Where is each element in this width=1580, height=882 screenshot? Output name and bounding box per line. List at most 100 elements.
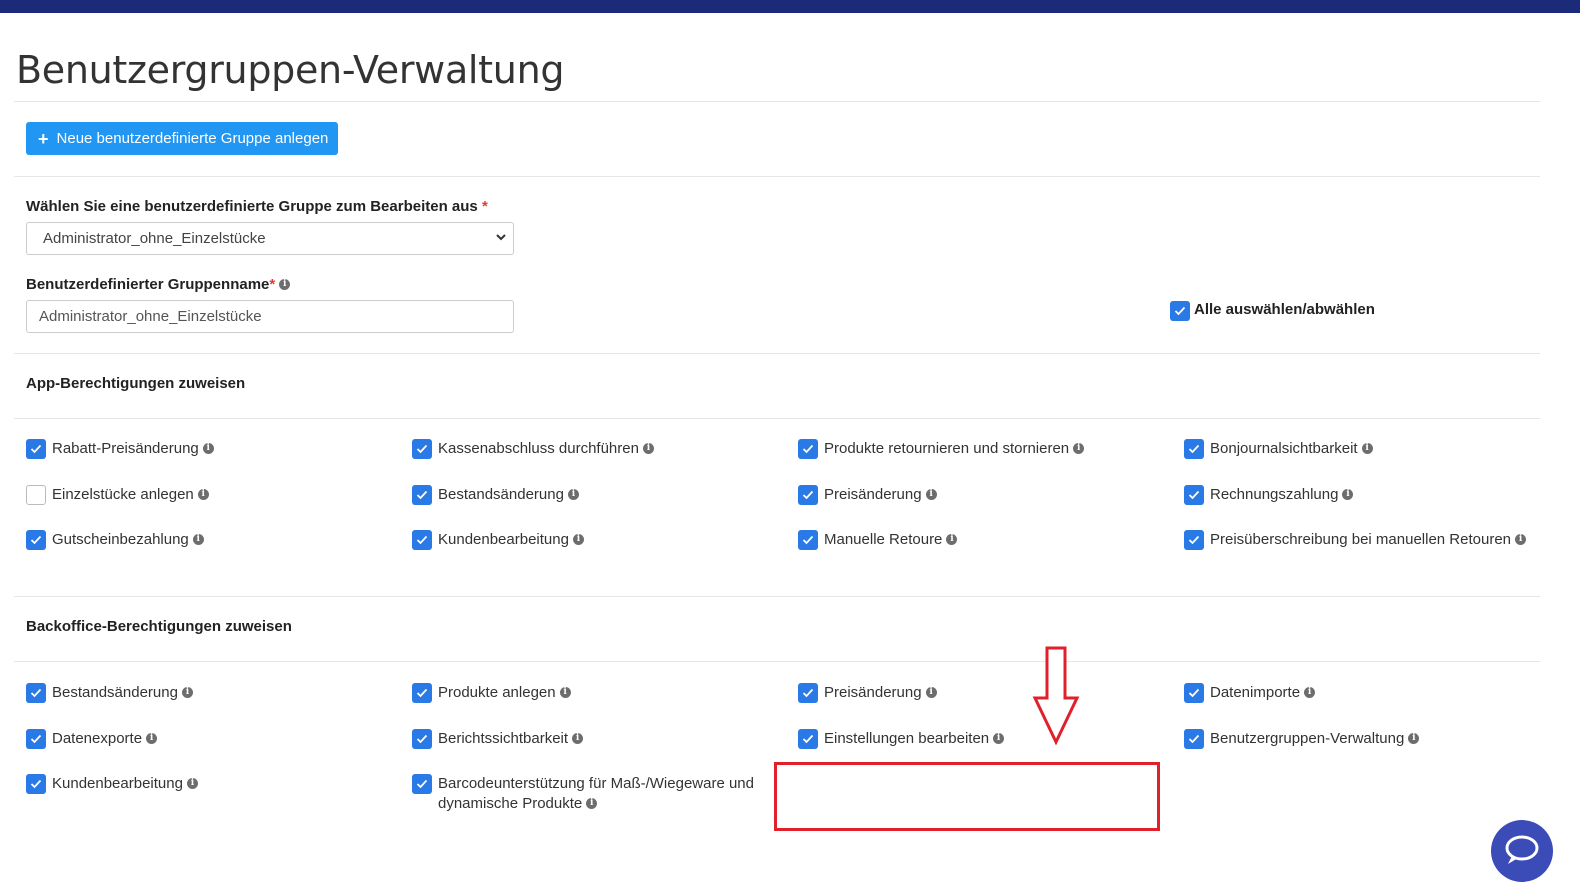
backoffice-permission-checkbox[interactable] [26,774,46,794]
app-permission-label: Rechnungszahlung i [1210,485,1354,505]
page-title: Benutzergruppen-Verwaltung [16,48,565,92]
app-permission-label: Gutscheinbezahlung i [52,530,204,550]
check-icon [416,444,428,454]
check-icon [416,688,428,698]
app-permission-checkbox[interactable] [412,439,432,459]
info-icon[interactable]: i [1361,442,1373,454]
check-icon [1188,444,1200,454]
backoffice-permission-label: Benutzergruppen-Verwaltung i [1210,729,1420,749]
app-permission-checkbox[interactable] [26,439,46,459]
backoffice-permission-label: Kundenbearbeitung i [52,774,198,794]
top-navigation-bar [0,0,1580,13]
backoffice-permission-checkbox[interactable] [26,729,46,749]
info-icon[interactable]: i [146,732,158,744]
app-permission-label: Kassenabschluss durchführen i [438,439,654,459]
divider [14,418,1540,419]
group-name-label: Benutzerdefinierter Gruppenname* i [26,276,291,293]
group-select[interactable]: Administrator_ohne_Einzelstücke [26,222,514,255]
app-permission-checkbox[interactable] [26,530,46,550]
backoffice-permission-checkbox[interactable] [798,729,818,749]
group-name-value: Administrator_ohne_Einzelstücke [39,308,262,325]
app-permission-label: Produkte retournieren und stornieren i [824,439,1085,459]
check-icon [416,490,428,500]
backoffice-permission-checkbox[interactable] [1184,729,1204,749]
app-permissions-title: App-Berechtigungen zuweisen [26,375,246,392]
check-icon [30,779,42,789]
app-permission-checkbox[interactable] [412,530,432,550]
info-icon[interactable]: i [586,797,598,809]
backoffice-permission-label: Datenimporte i [1210,683,1316,703]
info-icon[interactable]: i [925,686,937,698]
info-icon[interactable]: i [993,732,1005,744]
backoffice-permission-checkbox[interactable] [1184,683,1204,703]
app-permission-checkbox[interactable] [798,530,818,550]
info-icon[interactable]: i [1073,442,1085,454]
highlight-annotation-box [774,762,1160,831]
backoffice-permission-label: Barcodeunterstützung für Maß-/Wiegeware … [438,775,754,812]
app-permission-label: Bestandsänderung i [438,485,579,505]
app-permission-checkbox[interactable] [26,485,46,505]
info-icon[interactable]: i [202,442,214,454]
backoffice-permission-label: Preisänderung i [824,683,937,703]
info-icon[interactable]: i [946,533,958,545]
group-select-label: Wählen Sie eine benutzerdefinierte Grupp… [26,198,488,215]
info-icon[interactable]: i [1408,732,1420,744]
backoffice-permissions-title: Backoffice-Berechtigungen zuweisen [26,618,292,635]
chevron-down-icon [496,234,506,241]
backoffice-permission-label: Berichtssichtbarkeit i [438,729,584,749]
info-icon[interactable]: i [279,278,291,290]
info-icon[interactable]: i [642,442,654,454]
info-icon[interactable]: i [197,488,209,500]
divider [14,353,1540,354]
info-icon[interactable]: i [925,488,937,500]
backoffice-permission-label: Datenexporte i [52,729,158,749]
app-permission-checkbox[interactable] [1184,485,1204,505]
check-icon [416,779,428,789]
info-icon[interactable]: i [192,533,204,545]
app-permission-checkbox[interactable] [1184,439,1204,459]
backoffice-permission-checkbox[interactable] [412,729,432,749]
info-icon[interactable]: i [1515,533,1527,545]
info-icon[interactable]: i [572,533,584,545]
app-permission-label: Manuelle Retoure i [824,530,958,550]
check-icon [802,688,814,698]
backoffice-permission-checkbox[interactable] [412,774,432,794]
divider [14,101,1540,102]
chat-icon [1505,835,1539,864]
check-icon [1188,490,1200,500]
info-icon[interactable]: i [186,777,198,789]
app-permission-label: Preisüberschreibung bei manuellen Retour… [1210,530,1527,550]
app-permission-checkbox[interactable] [798,485,818,505]
backoffice-permission-label: Einstellungen bearbeiten i [824,729,1005,749]
app-permission-checkbox[interactable] [412,485,432,505]
info-icon[interactable]: i [559,686,571,698]
info-icon[interactable]: i [1342,488,1354,500]
group-select-value: Administrator_ohne_Einzelstücke [43,230,266,247]
backoffice-permission-checkbox[interactable] [26,683,46,703]
down-arrow-icon [1032,646,1080,746]
check-icon [30,688,42,698]
chat-button[interactable] [1491,820,1553,882]
check-icon [30,535,42,545]
check-icon [1188,535,1200,545]
check-icon [802,535,814,545]
app-permission-checkbox[interactable] [1184,530,1204,550]
check-icon [802,734,814,744]
check-icon [30,734,42,744]
info-icon[interactable]: i [567,488,579,500]
check-icon [416,535,428,545]
info-icon[interactable]: i [1304,686,1316,698]
select-all-checkbox[interactable] [1170,301,1190,321]
backoffice-permission-checkbox[interactable] [798,683,818,703]
check-icon [1188,734,1200,744]
divider [14,176,1540,177]
group-name-input[interactable]: Administrator_ohne_Einzelstücke [26,300,514,333]
info-icon[interactable]: i [181,686,193,698]
backoffice-permission-checkbox[interactable] [412,683,432,703]
new-group-button[interactable]: + Neue benutzerdefinierte Gruppe anlegen [26,122,338,155]
info-icon[interactable]: i [572,732,584,744]
app-permission-label: Kundenbearbeitung i [438,530,584,550]
app-permission-checkbox[interactable] [798,439,818,459]
app-permission-label: Bonjournalsichtbarkeit i [1210,439,1373,459]
new-group-button-label: Neue benutzerdefinierte Gruppe anlegen [56,130,329,147]
